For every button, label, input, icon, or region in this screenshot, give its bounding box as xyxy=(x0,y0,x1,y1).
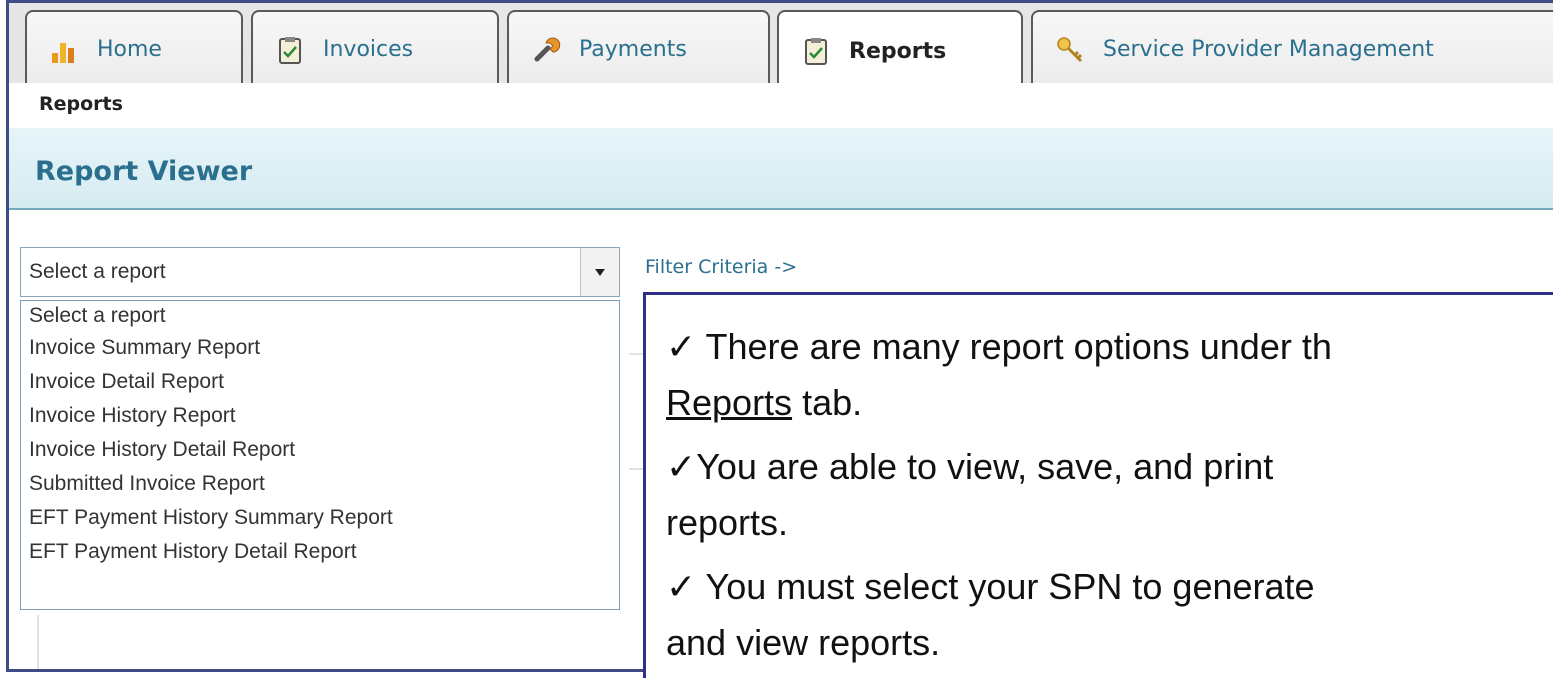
check-icon: ✓ xyxy=(666,566,697,607)
report-select-toggle[interactable] xyxy=(580,248,619,296)
report-option[interactable]: Invoice Detail Report xyxy=(21,365,619,399)
report-option[interactable]: Select a report xyxy=(21,301,619,331)
callout-text: reports. xyxy=(666,502,789,543)
report-option[interactable]: EFT Payment History Detail Report xyxy=(21,535,619,569)
tab-payments[interactable]: Payments xyxy=(507,10,770,87)
callout-line: and view reports. xyxy=(666,621,940,665)
report-option[interactable]: EFT Payment History Summary Report xyxy=(21,501,619,535)
sub-navigation: Reports xyxy=(9,83,1553,129)
callout-text: tab. xyxy=(792,382,863,423)
tab-invoices[interactable]: Invoices xyxy=(251,10,499,87)
callout-text: You must select your SPN to generate xyxy=(696,566,1315,607)
chevron-down-icon xyxy=(595,269,605,276)
tab-invoices-label: Invoices xyxy=(323,37,414,62)
report-option[interactable]: Invoice History Detail Report xyxy=(21,433,619,467)
background-divider xyxy=(37,615,39,669)
page-header: Report Viewer xyxy=(9,128,1553,210)
tab-payments-label: Payments xyxy=(579,37,687,62)
callout-line: ✓ You must select your SPN to generate xyxy=(666,565,1315,609)
report-option[interactable]: Submitted Invoice Report xyxy=(21,467,619,501)
report-select[interactable]: Select a report xyxy=(20,247,620,297)
callout-line: ✓You are able to view, save, and print xyxy=(666,445,1273,489)
wrench-icon xyxy=(531,35,561,65)
tab-bar: Home Invoices Payments Reports Service P… xyxy=(9,3,1553,90)
check-icon: ✓ xyxy=(666,326,697,367)
filter-criteria-link[interactable]: Filter Criteria -> xyxy=(645,256,797,278)
bar-chart-icon xyxy=(49,35,79,65)
tab-service-provider-management-label: Service Provider Management xyxy=(1103,37,1434,62)
check-icon: ✓ xyxy=(666,446,697,487)
tab-reports-label: Reports xyxy=(849,38,947,64)
callout-text: You are able to view, save, and print xyxy=(696,446,1274,487)
callout-text: There are many report options under th xyxy=(696,326,1332,367)
callout-line: reports. xyxy=(666,501,788,545)
key-icon xyxy=(1055,35,1085,65)
info-callout: ✓ There are many report options under th… xyxy=(643,292,1553,678)
tab-home[interactable]: Home xyxy=(25,10,243,87)
subnav-item-reports[interactable]: Reports xyxy=(39,93,123,115)
report-dropdown-list: Select a report Invoice Summary Report I… xyxy=(20,300,620,610)
page-title: Report Viewer xyxy=(35,156,253,187)
callout-text: and view reports. xyxy=(666,622,941,663)
callout-line: Reports tab. xyxy=(666,381,862,425)
tab-reports[interactable]: Reports xyxy=(777,10,1023,90)
callout-line: ✓ There are many report options under th xyxy=(666,325,1332,369)
tab-service-provider-management[interactable]: Service Provider Management xyxy=(1031,10,1553,87)
tab-home-label: Home xyxy=(97,37,162,62)
callout-reports-link: Reports xyxy=(666,382,793,423)
report-option[interactable]: Invoice Summary Report xyxy=(21,331,619,365)
clipboard-icon xyxy=(801,36,831,66)
clipboard-icon xyxy=(275,35,305,65)
report-option[interactable]: Invoice History Report xyxy=(21,399,619,433)
report-select-value: Select a report xyxy=(29,260,166,283)
